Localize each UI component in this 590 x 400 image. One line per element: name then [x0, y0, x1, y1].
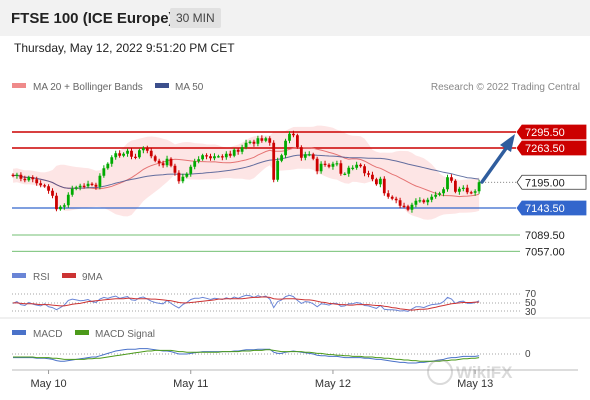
research-credit: Research © 2022 Trading Central — [431, 82, 580, 93]
level-value: 7143.50 — [525, 203, 565, 215]
candle — [272, 140, 276, 183]
ma20-legend-swatch — [12, 83, 26, 88]
legend-ma20: MA 20 + Bollinger Bands — [33, 82, 143, 93]
legend-rsi-9ma: 9MA — [82, 272, 103, 283]
macd-signal-line — [13, 349, 480, 362]
level-value: 7263.50 — [525, 143, 565, 155]
x-tick-label: May 10 — [31, 378, 67, 390]
candle — [276, 157, 280, 182]
legend-rsi: RSI — [33, 272, 50, 283]
candle — [382, 176, 386, 196]
candle — [446, 174, 449, 192]
ma50-legend-swatch — [155, 83, 169, 88]
chart-canvas: MA 20 + Bollinger Bands MA 50 Research ©… — [0, 82, 590, 390]
macd-zero-label: 0 — [525, 349, 531, 360]
watermark-text: WikiFX — [456, 363, 513, 382]
candle — [169, 157, 173, 168]
x-tick-label: May 12 — [315, 378, 351, 390]
legend-ma50: MA 50 — [175, 82, 204, 93]
candle — [454, 179, 457, 194]
forecast-arrow — [480, 134, 515, 184]
level-value: 7195.00 — [525, 177, 565, 189]
level-label-target: 7089.50 — [525, 230, 565, 242]
legend-macd: MACD — [33, 329, 62, 340]
x-tick-label: May 11 — [173, 378, 208, 390]
level-label-target: 7057.00 — [525, 246, 565, 258]
level-label-support: 7143.50 — [516, 200, 587, 216]
candle — [296, 133, 299, 149]
level-value: 7057.00 — [525, 246, 565, 258]
legend-macd-signal: MACD Signal — [95, 329, 155, 340]
x-axis-ticks: May 10 May 11 May 12 May 13 — [31, 370, 493, 390]
level-value: 7089.50 — [525, 230, 565, 242]
rsi-legend-swatch — [12, 273, 26, 278]
wikifx-watermark: WikiFX — [427, 359, 513, 385]
bollinger-bands — [13, 125, 480, 220]
rsi-30-label: 30 — [525, 307, 537, 318]
level-value: 7295.50 — [525, 127, 565, 139]
rsi-ma-legend-swatch — [62, 273, 76, 278]
level-labels: 7295.50 7263.50 7195.00 7143.50 7089.50 7057.… — [516, 124, 587, 258]
macd-legend-swatch — [12, 330, 26, 335]
level-label-resistance: 7263.50 — [516, 140, 587, 156]
level-label-resistance: 7295.50 — [516, 124, 587, 140]
rsi-9ma-line — [13, 296, 480, 311]
candle — [138, 148, 141, 159]
macd-signal-legend-swatch — [75, 330, 89, 335]
level-label-last: 7195.00 — [516, 174, 587, 190]
